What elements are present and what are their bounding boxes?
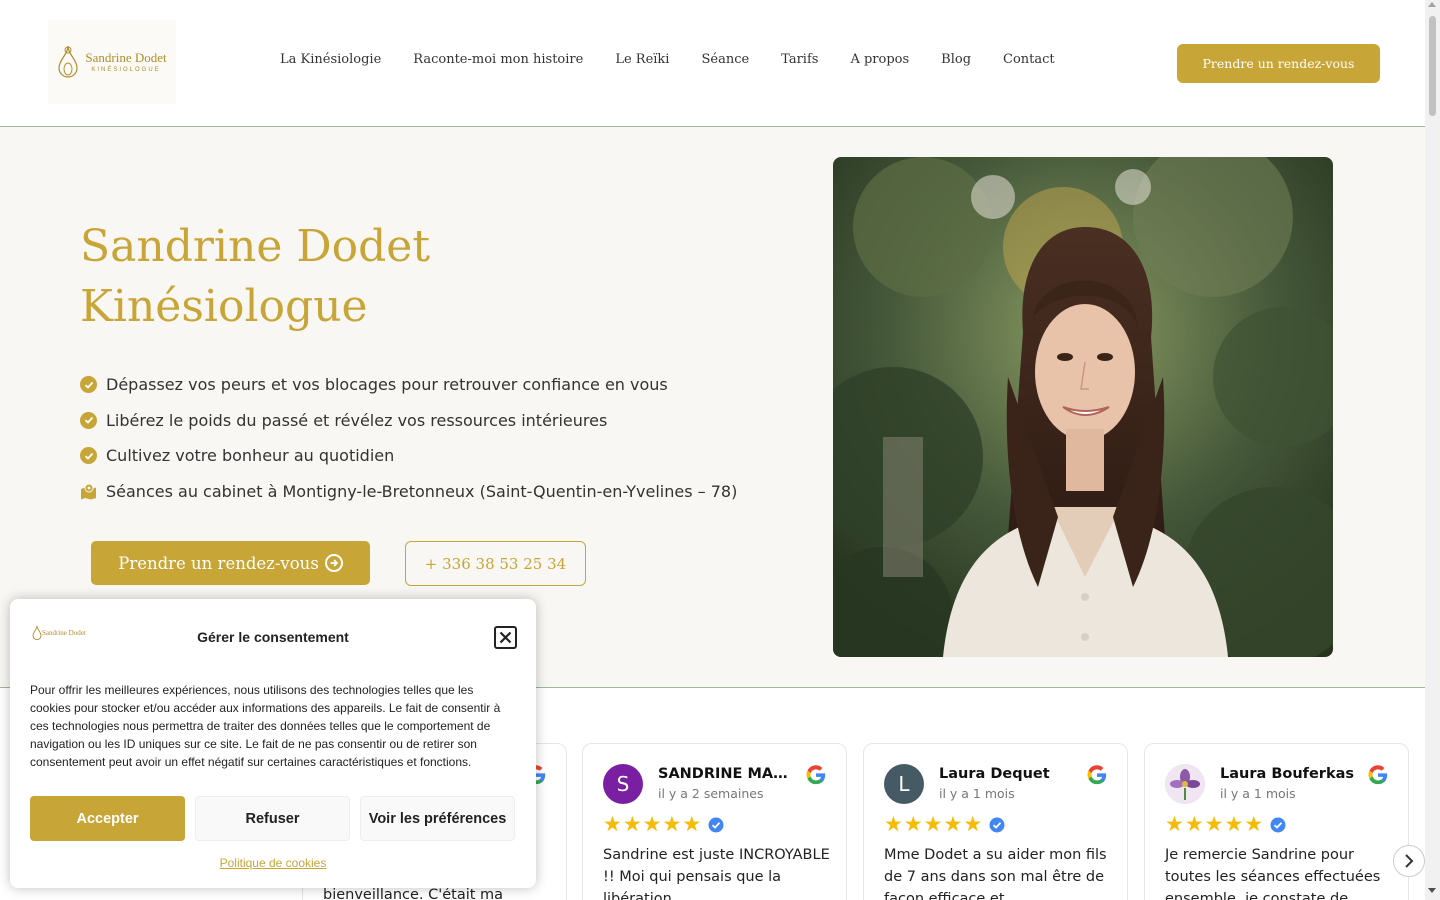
review-author: Laura Bouferkas — [1220, 766, 1355, 782]
review-time: il y a 1 mois — [1220, 786, 1296, 801]
scroll-up-icon[interactable] — [1428, 2, 1436, 7]
star-icon: ★ — [923, 813, 943, 836]
flower-avatar-icon — [1165, 764, 1205, 804]
check-circle-icon — [80, 447, 97, 465]
arrow-right-circle-icon — [324, 554, 343, 572]
portrait-photo — [833, 157, 1333, 657]
star-icon: ★ — [622, 813, 642, 836]
phone-button[interactable]: + 336 38 53 25 34 — [405, 541, 586, 586]
hero-title-role: Kinésiologue — [80, 281, 368, 332]
hero-bullet-list: Dépassez vos peurs et vos blocages pour … — [80, 367, 737, 509]
hero-bullet-text: Libérez le poids du passé et révélez vos… — [106, 410, 608, 430]
review-card: Laura Bouferkas il y a 1 mois ★ ★ ★ ★ ★ Je r… — [1144, 743, 1409, 900]
hero-title: Sandrine Dodet Kinésiologue — [80, 217, 430, 337]
avatar: S — [603, 764, 643, 804]
site-logo[interactable]: Sandrine Dodet KINÉSIOLOGUE — [48, 20, 176, 104]
review-time: il y a 1 mois — [939, 786, 1015, 801]
hero-appointment-label: Prendre un rendez-vous — [118, 553, 319, 573]
page-scrollbar[interactable] — [1425, 0, 1440, 900]
refuse-button[interactable]: Refuser — [195, 796, 350, 841]
hero-bullet: Séances au cabinet à Montigny-le-Bretonn… — [80, 474, 737, 510]
star-rating: ★ ★ ★ ★ ★ — [603, 814, 724, 836]
map-marker-icon — [81, 483, 96, 500]
avatar — [1165, 764, 1205, 804]
nav-le-reiki[interactable]: Le Reïki — [615, 52, 669, 67]
star-icon: ★ — [642, 813, 662, 836]
close-icon[interactable] — [494, 626, 517, 649]
verified-badge-icon — [989, 817, 1005, 833]
star-icon: ★ — [1165, 813, 1184, 836]
review-text: Sandrine est juste INCROYABLE !! Moi qui… — [603, 847, 830, 900]
hero-bullet: Dépassez vos peurs et vos blocages pour … — [80, 367, 737, 403]
scrollbar-thumb[interactable] — [1429, 16, 1436, 116]
reviews-next-button[interactable] — [1393, 845, 1425, 877]
nav-a-propos[interactable]: A propos — [850, 52, 909, 67]
header-appointment-button[interactable]: Prendre un rendez-vous — [1177, 44, 1380, 83]
check-circle-icon — [80, 411, 97, 429]
hero-bullet-text: Dépassez vos peurs et vos blocages pour … — [106, 375, 668, 395]
verified-badge-icon — [708, 817, 724, 833]
review-text: Mme Dodet a su aider mon fils de 7 ans d… — [884, 847, 1107, 900]
hero-bullet: Libérez le poids du passé et révélez vos… — [80, 403, 737, 439]
chevron-right-icon — [1405, 854, 1414, 868]
star-icon: ★ — [603, 813, 622, 836]
nav-raconte-moi[interactable]: Raconte-moi mon histoire — [413, 52, 583, 67]
accept-button[interactable]: Accepter — [30, 796, 185, 841]
avatar: L — [884, 764, 924, 804]
review-card: L Laura Dequet il y a 1 mois ★ ★ ★ ★ ★ Mme D… — [863, 743, 1128, 900]
star-icon: ★ — [682, 813, 702, 836]
consent-text: Pour offrir les meilleures expériences, … — [30, 683, 501, 769]
hero-bullet: Cultivez votre bonheur au quotidien — [80, 438, 737, 474]
google-icon — [806, 765, 826, 785]
review-author: Laura Dequet — [939, 766, 1050, 782]
nav-contact[interactable]: Contact — [1003, 52, 1055, 67]
star-icon: ★ — [662, 813, 682, 836]
star-icon: ★ — [903, 813, 923, 836]
site-header: Sandrine Dodet KINÉSIOLOGUE La Kinésiolo… — [0, 0, 1425, 127]
consent-title: Gérer le consentement — [197, 629, 349, 645]
check-circle-icon — [80, 376, 97, 394]
review-author: SANDRINE MARTI... — [658, 766, 798, 782]
star-rating: ★ ★ ★ ★ ★ — [1165, 814, 1286, 836]
nav-seance[interactable]: Séance — [701, 52, 749, 67]
review-card: S SANDRINE MARTI... il y a 2 semaines ★★… — [582, 743, 847, 900]
hero-appointment-button[interactable]: Prendre un rendez-vous — [91, 541, 370, 585]
google-icon — [1368, 765, 1388, 785]
logo-subtitle: KINÉSIOLOGUE — [91, 67, 161, 73]
star-icon: ★ — [943, 813, 963, 836]
star-icon: ★ — [1244, 813, 1264, 836]
star-rating: ★ ★ ★ ★ ★ — [884, 814, 1005, 836]
main-nav: La Kinésiologie Raconte-moi mon histoire… — [280, 52, 1087, 67]
view-preferences-button[interactable]: Voir les préférences — [360, 796, 515, 841]
hero-bullet-text: Séances au cabinet à Montigny-le-Bretonn… — [106, 481, 738, 501]
nav-tarifs[interactable]: Tarifs — [781, 52, 818, 67]
cookie-consent-dialog: Sandrine Dodet Gérer le consentement Pou… — [10, 599, 536, 888]
hero-bullet-text: Cultivez votre bonheur au quotidien — [106, 446, 395, 466]
star-icon: ★ — [1204, 813, 1224, 836]
scroll-down-icon[interactable] — [1428, 888, 1436, 893]
star-icon: ★ — [963, 813, 983, 836]
logo-name: Sandrine Dodet — [85, 50, 167, 65]
star-icon: ★ — [1224, 813, 1244, 836]
verified-badge-icon — [1270, 817, 1286, 833]
google-icon — [1087, 765, 1107, 785]
review-time: il y a 2 semaines — [658, 786, 764, 801]
nav-blog[interactable]: Blog — [941, 52, 971, 67]
drop-logo-icon — [58, 45, 78, 78]
cookie-policy-link[interactable]: Politique de cookies — [10, 856, 536, 870]
hero-title-name: Sandrine Dodet — [80, 221, 431, 272]
star-icon: ★ — [1184, 813, 1204, 836]
star-icon: ★ — [884, 813, 903, 836]
review-text: Je remercie Sandrine pour toutes les séa… — [1165, 847, 1381, 900]
nav-la-kinesiologie[interactable]: La Kinésiologie — [280, 52, 381, 67]
